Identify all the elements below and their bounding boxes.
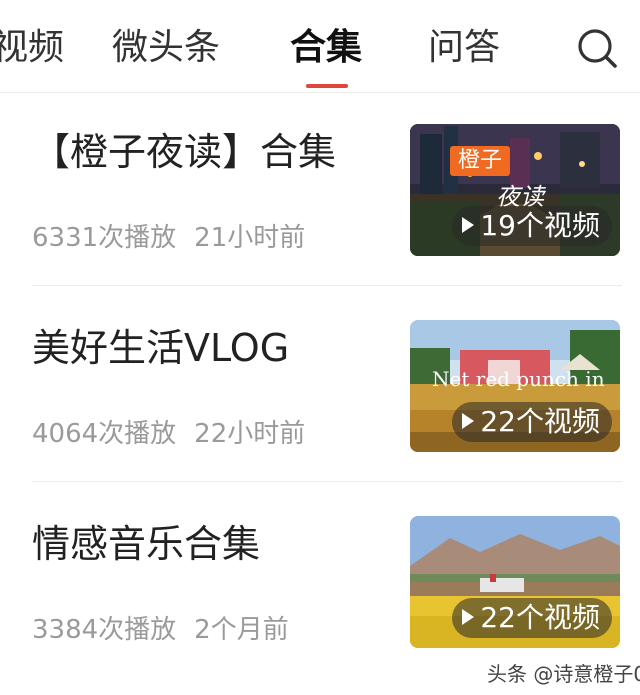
play-count: 4064次播放 (32, 419, 177, 449)
collection-title[interactable]: 情感音乐合集 (32, 518, 260, 570)
video-count: 22个视频 (480, 405, 600, 438)
video-count-badge: 22个视频 (452, 402, 612, 442)
search-button[interactable] (574, 24, 622, 72)
play-icon (462, 413, 475, 429)
video-count: 22个视频 (480, 601, 600, 634)
play-icon (462, 609, 475, 625)
video-count-badge: 19个视频 (452, 206, 612, 246)
play-count: 6331次播放 (32, 223, 177, 253)
watermark: 头条 @诗意橙子0 (487, 662, 640, 686)
collection-thumbnail[interactable]: 22个视频 (410, 516, 620, 648)
active-tab-indicator (306, 84, 348, 88)
video-count: 19个视频 (480, 209, 600, 242)
top-tab-bar: 视频 微头条 合集 问答 (0, 0, 640, 93)
collection-meta: 3384次播放 2个月前 (32, 612, 289, 648)
tab-collections[interactable]: 合集 (290, 24, 362, 72)
collection-meta: 4064次播放 22小时前 (32, 416, 305, 452)
collection-meta: 6331次播放 21小时前 (32, 220, 305, 256)
collection-thumbnail[interactable]: 橙子 夜读 19个视频 (410, 124, 620, 256)
tab-qa[interactable]: 问答 (428, 24, 500, 72)
thumbnail-overlay-text: Net red punch in (432, 367, 605, 391)
tab-videos[interactable]: 视频 (0, 24, 64, 72)
collection-title[interactable]: 美好生活VLOG (32, 322, 289, 374)
thumbnail-overlay-label: 橙子 (450, 146, 511, 176)
item-divider (32, 285, 622, 286)
video-count-badge: 22个视频 (452, 598, 612, 638)
play-count: 3384次播放 (32, 615, 177, 645)
published-time: 21小时前 (194, 223, 306, 253)
published-time: 2个月前 (194, 615, 289, 645)
collection-title[interactable]: 【橙子夜读】合集 (32, 126, 336, 178)
tab-micro-headlines[interactable]: 微头条 (112, 24, 220, 72)
search-icon (578, 29, 617, 68)
published-time: 22小时前 (194, 419, 306, 449)
collection-item[interactable]: 【橙子夜读】合集 6331次播放 21小时前 橙子 夜读 19个视频 (0, 92, 640, 288)
item-divider (32, 481, 622, 482)
collection-thumbnail[interactable]: Net red punch in 22个视频 (410, 320, 620, 452)
collection-item[interactable]: 美好生活VLOG 4064次播放 22小时前 Net red punch in 2… (0, 288, 640, 484)
play-icon (462, 217, 475, 233)
collection-item[interactable]: 情感音乐合集 3384次播放 2个月前 22个视频 (0, 484, 640, 680)
